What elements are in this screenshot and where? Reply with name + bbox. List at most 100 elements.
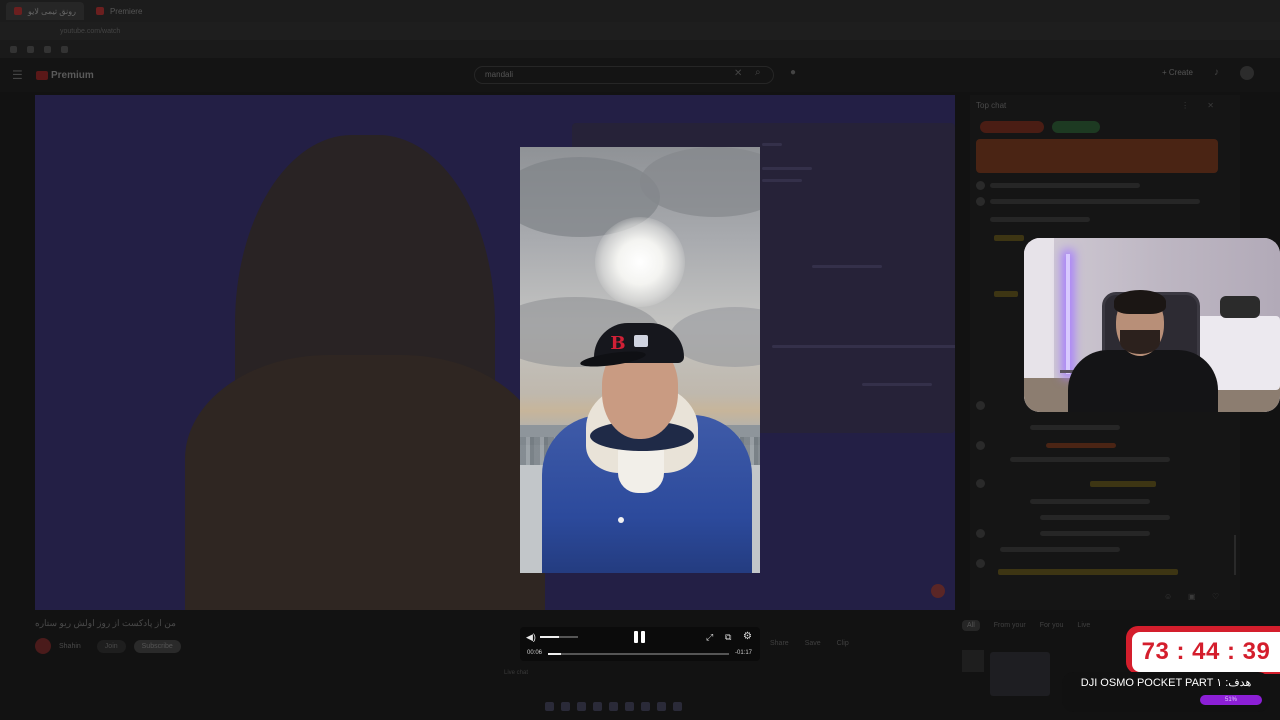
bookmark-icon — [61, 45, 68, 53]
youtube-logo[interactable]: Premium — [36, 70, 94, 81]
neon-lamp — [1066, 254, 1070, 374]
video-title: من از پادکست از روز اولش ریو ستاره — [35, 618, 176, 628]
join-button[interactable]: Join — [96, 639, 126, 653]
taskbar-app-icon[interactable] — [625, 702, 634, 711]
settings-gear-icon[interactable]: ⚙ — [743, 631, 752, 642]
panel-line — [772, 345, 955, 348]
pause-icon — [634, 631, 638, 643]
chat-scrollbar[interactable] — [1234, 535, 1236, 575]
seek-bar[interactable] — [548, 653, 729, 655]
story-video[interactable]: B — [520, 147, 760, 573]
chat-header[interactable]: Top chat — [976, 101, 1006, 110]
main-video-player[interactable] — [35, 95, 955, 610]
chat-avatar — [976, 401, 985, 410]
chat-chip[interactable] — [980, 121, 1044, 133]
fullscreen-icon[interactable]: ⤢ — [706, 632, 713, 643]
chat-message — [1040, 531, 1150, 536]
chat-emoji-row — [994, 291, 1018, 297]
chip-all[interactable]: All — [962, 620, 980, 631]
taskbar-app-icon[interactable] — [593, 702, 602, 711]
video-overlay-button[interactable] — [931, 584, 945, 598]
suggestion-chips: All From your For you Live — [962, 620, 1090, 631]
url-text: youtube.com/watch — [60, 27, 121, 35]
gift-icon[interactable]: ▣ — [1188, 592, 1196, 601]
search-input[interactable]: mandali — [474, 66, 774, 84]
browser-tab-bar: رونق تیمی لایو Premiere — [0, 0, 1280, 22]
search-icon[interactable]: ⌕ — [755, 67, 761, 78]
emoji-icon[interactable]: ☺ — [1164, 592, 1172, 601]
chat-avatar — [976, 529, 985, 538]
pause-button[interactable] — [634, 631, 646, 644]
suggested-thumbnail — [990, 652, 1050, 696]
pinned-message-banner[interactable] — [976, 139, 1218, 173]
chat-message — [1010, 457, 1170, 462]
browser-tab[interactable]: رونق تیمی لایو — [6, 2, 84, 20]
chat-chip[interactable] — [1052, 121, 1100, 133]
bookmark-item[interactable] — [10, 45, 17, 53]
channel-avatar[interactable] — [35, 638, 51, 654]
chip[interactable]: From your — [994, 622, 1026, 629]
heart-icon[interactable]: ♡ — [1212, 592, 1219, 601]
suggested-video[interactable] — [962, 650, 1072, 696]
taskbar-app-icon[interactable] — [609, 702, 618, 711]
panel-line — [762, 167, 812, 170]
chat-message — [1030, 425, 1120, 430]
share-button[interactable]: Share — [770, 640, 789, 647]
taskbar-app-icon[interactable] — [577, 702, 586, 711]
chip[interactable]: For you — [1040, 622, 1064, 629]
create-button[interactable]: + Create — [1162, 68, 1193, 77]
microphone-icon[interactable]: ● — [790, 67, 796, 78]
chat-message — [990, 199, 1200, 204]
tab-label: رونق تیمی لایو — [28, 6, 76, 16]
volume-icon[interactable]: ◀) — [526, 632, 536, 643]
goal-text: DJI OSMO POCKET PART ۱ :هدف — [1080, 677, 1252, 689]
chat-emoji-row — [998, 569, 1178, 575]
taskbar-app-icon[interactable] — [545, 702, 554, 711]
chat-message — [990, 217, 1090, 222]
pause-icon — [641, 631, 645, 643]
cap-patch — [634, 335, 648, 347]
clip-button[interactable]: Clip — [837, 640, 849, 647]
chat-avatar — [976, 197, 985, 206]
chat-emoji-row — [994, 235, 1024, 241]
chat-header-icons[interactable]: ⋮ ✕ — [1181, 101, 1222, 110]
streamer-body — [1068, 350, 1218, 412]
clear-search-icon[interactable]: ✕ — [734, 68, 742, 79]
taskbar-app-icon[interactable] — [561, 702, 570, 711]
chat-message — [1040, 515, 1170, 520]
panel-line — [762, 143, 782, 146]
bookmarks-bar — [0, 40, 1280, 58]
hamburger-menu-icon[interactable]: ☰ — [12, 68, 23, 82]
create-label: Create — [1168, 68, 1193, 77]
panel-line — [762, 179, 802, 182]
account-avatar[interactable] — [1240, 66, 1254, 80]
channel-name[interactable]: Shahin — [59, 643, 81, 650]
youtube-header: ☰ Premium mandali ✕ ⌕ ● + Create ♪ — [0, 58, 1280, 92]
channel-row: Shahin Join Subscribe — [35, 636, 181, 656]
taskbar-app-icon[interactable] — [657, 702, 666, 711]
browser-tab[interactable]: Premiere — [88, 2, 150, 20]
video-actions: Share Save Clip — [770, 640, 849, 647]
webcam-door — [1024, 238, 1054, 398]
screen: رونق تیمی لایو Premiere youtube.com/watc… — [0, 0, 1280, 720]
youtube-favicon-icon — [14, 7, 22, 15]
bookmark-item[interactable] — [27, 45, 34, 53]
bookmark-item[interactable] — [44, 45, 51, 53]
bookmark-icon — [27, 45, 34, 53]
volume-slider-fill — [540, 636, 559, 638]
chat-avatar — [976, 479, 985, 488]
taskbar-app-icon[interactable] — [673, 702, 682, 711]
address-bar[interactable]: youtube.com/watch — [0, 22, 1280, 40]
goal-status: 51% — [1224, 697, 1237, 703]
chip[interactable]: Live — [1077, 622, 1090, 629]
chat-avatar — [976, 559, 985, 568]
chat-message — [990, 183, 1140, 188]
save-button[interactable]: Save — [805, 640, 821, 647]
streamer-hair — [1114, 290, 1166, 314]
jacket-button — [618, 517, 624, 523]
picture-in-picture-icon[interactable]: ⧉ — [725, 632, 731, 643]
notifications-bell-icon[interactable]: ♪ — [1214, 67, 1219, 78]
bookmark-item[interactable] — [61, 45, 68, 53]
subscribe-button[interactable]: Subscribe — [133, 639, 181, 653]
taskbar-app-icon[interactable] — [641, 702, 650, 711]
